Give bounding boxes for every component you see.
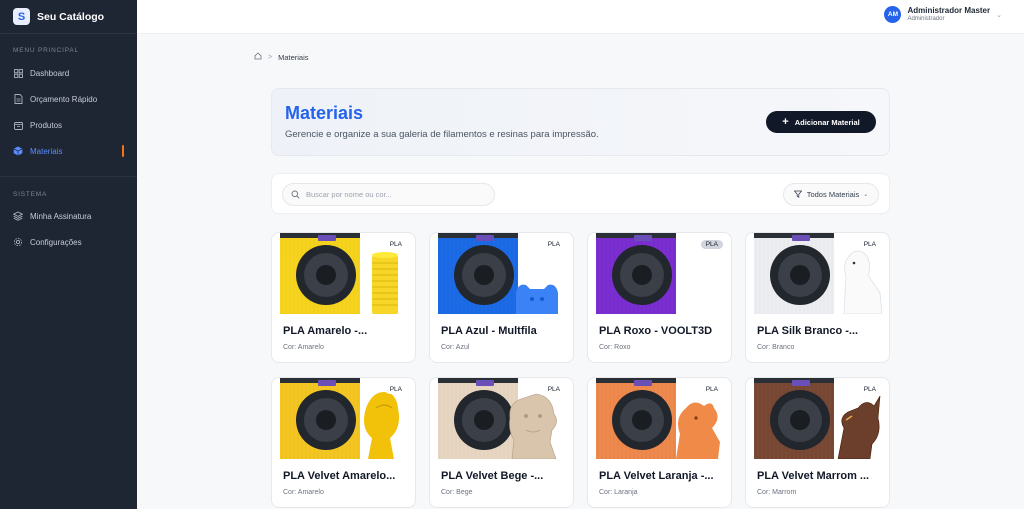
material-card[interactable]: PLA PLA Velvet Marrom ... Cor: Marrom bbox=[745, 377, 890, 508]
material-color: Cor: Roxo bbox=[599, 344, 631, 351]
sidebar-item-orcamento[interactable]: Orçamento Rápido bbox=[0, 86, 137, 112]
material-color: Cor: Azul bbox=[441, 344, 470, 351]
material-card[interactable]: PLA PLA Velvet Amarelo... Cor: Amarelo bbox=[271, 377, 416, 508]
sidebar-item-dashboard[interactable]: Dashboard bbox=[0, 60, 137, 86]
filter-icon bbox=[793, 190, 803, 200]
sidebar-section-system: SISTEMA bbox=[13, 191, 48, 198]
breadcrumb-current: Materiais bbox=[278, 52, 309, 62]
sidebar-divider bbox=[0, 176, 137, 177]
material-filter-dropdown[interactable]: Todos Materiais ⌄ bbox=[783, 183, 879, 206]
sidebar-item-label: Dashboard bbox=[30, 68, 70, 78]
document-icon bbox=[13, 94, 23, 104]
page-title: Materiais bbox=[285, 103, 364, 123]
material-title: PLA Velvet Marrom ... bbox=[757, 470, 870, 482]
active-indicator bbox=[122, 145, 124, 157]
material-type-badge: PLA bbox=[700, 240, 723, 249]
material-title: PLA Velvet Bege -... bbox=[441, 470, 544, 482]
material-type-badge: PLA bbox=[384, 240, 407, 249]
material-card[interactable]: PLA PLA Silk Branco -... Cor: Branco bbox=[745, 232, 890, 363]
user-menu[interactable]: AM Administrador Master Administrador ⌄ bbox=[884, 6, 1002, 23]
chevron-down-icon: ⌄ bbox=[863, 192, 869, 198]
add-material-button[interactable]: + Adicionar Material bbox=[766, 111, 876, 133]
material-color: Cor: Amarelo bbox=[283, 489, 324, 496]
material-color: Cor: Bege bbox=[441, 489, 473, 496]
sidebar: S Seu Catálogo MENU PRINCIPAL Dashboard … bbox=[0, 0, 137, 509]
dashboard-icon bbox=[13, 68, 23, 78]
material-type-badge: PLA bbox=[542, 385, 565, 394]
material-title: PLA Velvet Amarelo... bbox=[283, 470, 396, 482]
material-card[interactable]: PLA PLA Roxo - VOOLT3D Cor: Roxo bbox=[587, 232, 732, 363]
material-title: PLA Azul - Multfila bbox=[441, 325, 537, 337]
page-header: Materiais Gerencie e organize a sua gale… bbox=[271, 88, 890, 156]
page-subtitle: Gerencie e organize a sua galeria de fil… bbox=[285, 129, 599, 140]
chevron-right-icon: > bbox=[268, 53, 273, 61]
sidebar-item-label: Configurações bbox=[30, 237, 82, 247]
sidebar-item-materiais[interactable]: Materiais bbox=[0, 138, 137, 164]
gear-icon bbox=[13, 237, 23, 247]
search-box[interactable] bbox=[282, 183, 495, 206]
material-card[interactable]: PLA PLA Azul - Multfila Cor: Azul bbox=[429, 232, 574, 363]
add-material-label: Adicionar Material bbox=[794, 117, 860, 127]
brand[interactable]: S Seu Catálogo bbox=[0, 0, 137, 34]
material-card[interactable]: PLA PLA Velvet Bege -... Cor: Bege bbox=[429, 377, 574, 508]
layers-icon bbox=[13, 211, 23, 221]
avatar: AM bbox=[884, 6, 902, 23]
cube-icon bbox=[13, 146, 23, 156]
material-title: PLA Amarelo -... bbox=[283, 325, 368, 337]
brand-logo: S bbox=[13, 8, 30, 25]
material-card[interactable]: PLA PLA Amarelo -... Cor: Amarelo bbox=[271, 232, 416, 363]
material-type-badge: PLA bbox=[384, 385, 407, 394]
search-icon bbox=[291, 186, 300, 204]
material-type-badge: PLA bbox=[858, 385, 881, 394]
box-icon bbox=[13, 120, 23, 130]
sidebar-item-configuracoes[interactable]: Configurações bbox=[0, 229, 137, 255]
material-title: PLA Silk Branco -... bbox=[757, 325, 859, 337]
material-type-badge: PLA bbox=[542, 240, 565, 249]
sidebar-item-label: Produtos bbox=[30, 120, 63, 130]
material-color: Cor: Amarelo bbox=[283, 344, 324, 351]
material-color: Cor: Laranja bbox=[599, 489, 638, 496]
material-color: Cor: Marrom bbox=[757, 489, 797, 496]
sidebar-item-label: Orçamento Rápido bbox=[30, 94, 98, 104]
user-name: Administrador Master bbox=[907, 6, 991, 16]
user-role: Administrador bbox=[907, 15, 945, 22]
material-title: PLA Velvet Laranja -... bbox=[599, 470, 714, 482]
breadcrumb: > Materiais bbox=[254, 52, 309, 62]
chevron-down-icon: ⌄ bbox=[996, 11, 1002, 19]
sidebar-item-produtos[interactable]: Produtos bbox=[0, 112, 137, 138]
material-color: Cor: Branco bbox=[757, 344, 795, 351]
plus-icon: + bbox=[782, 115, 789, 128]
home-icon[interactable] bbox=[254, 52, 262, 62]
brand-name: Seu Catálogo bbox=[37, 10, 105, 23]
search-input[interactable] bbox=[306, 190, 486, 199]
sidebar-item-label: Minha Assinatura bbox=[30, 211, 92, 221]
filter-bar: Todos Materiais ⌄ bbox=[271, 173, 890, 214]
material-type-badge: PLA bbox=[700, 385, 723, 394]
sidebar-item-label: Materiais bbox=[30, 146, 63, 156]
material-title: PLA Roxo - VOOLT3D bbox=[599, 325, 713, 337]
sidebar-item-assinatura[interactable]: Minha Assinatura bbox=[0, 203, 137, 229]
filter-label: Todos Materiais bbox=[806, 190, 860, 199]
sidebar-section-main: MENU PRINCIPAL bbox=[13, 47, 79, 54]
topbar: AM Administrador Master Administrador ⌄ bbox=[137, 0, 1024, 34]
material-type-badge: PLA bbox=[858, 240, 881, 249]
material-card[interactable]: PLA PLA Velvet Laranja -... Cor: Laranja bbox=[587, 377, 732, 508]
